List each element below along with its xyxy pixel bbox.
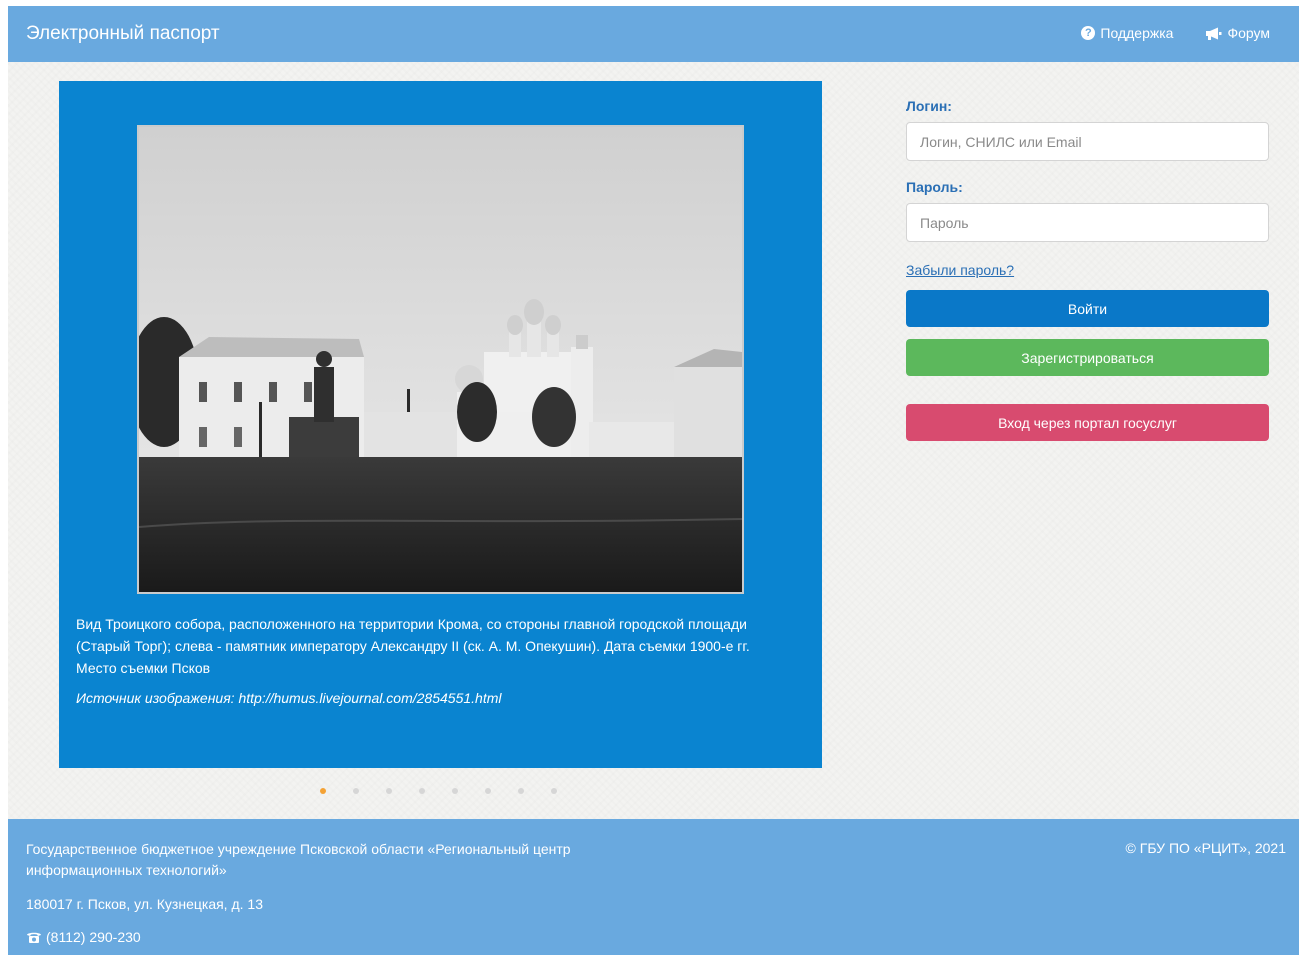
- nav-forum-link[interactable]: Форум: [1205, 25, 1270, 41]
- footer: Государственное бюджетное учреждение Пск…: [8, 819, 1299, 955]
- login-form: Логин: Пароль: Забыли пароль? Войти Заре…: [906, 98, 1271, 441]
- login-input[interactable]: [906, 122, 1269, 161]
- footer-organization: Государственное бюджетное учреждение Пск…: [26, 841, 571, 878]
- forgot-password-link[interactable]: Забыли пароль?: [906, 262, 1271, 278]
- question-circle-icon: ?: [1081, 26, 1096, 40]
- carousel-dot[interactable]: [452, 788, 458, 794]
- login-button[interactable]: Войти: [906, 290, 1269, 327]
- carousel-photo: [137, 125, 744, 594]
- carousel-dot[interactable]: [353, 788, 359, 794]
- password-input[interactable]: [906, 203, 1269, 242]
- page: Электронный паспорт ? Поддержка Форум Ви…: [8, 6, 1299, 955]
- carousel-dot[interactable]: [518, 788, 524, 794]
- nav-forum-label: Форум: [1227, 25, 1270, 41]
- brand-title[interactable]: Электронный паспорт: [26, 23, 220, 45]
- carousel-dot[interactable]: [419, 788, 425, 794]
- phone-icon: [27, 932, 41, 943]
- bullhorn-icon: [1206, 27, 1222, 40]
- carousel-caption: Вид Троицкого собора, расположенного на …: [76, 616, 750, 676]
- carousel-source: Источник изображения: http://humus.livej…: [76, 690, 502, 706]
- footer-address: 180017 г. Псков, ул. Кузнецкая, д. 13: [26, 896, 263, 912]
- carousel-indicators: [320, 788, 557, 794]
- footer-phone-number: (8112) 290-230: [46, 929, 141, 945]
- carousel-dot[interactable]: [386, 788, 392, 794]
- footer-phone: (8112) 290-230: [26, 929, 141, 945]
- register-button[interactable]: Зарегистрироваться: [906, 339, 1269, 376]
- carousel-dot[interactable]: [320, 788, 326, 794]
- login-label: Логин:: [906, 98, 952, 114]
- carousel-dot[interactable]: [551, 788, 557, 794]
- nav-links: ? Поддержка Форум: [1081, 25, 1270, 41]
- historic-photo-illustration: [139, 127, 742, 592]
- password-label: Пароль:: [906, 179, 963, 195]
- nav-support-link[interactable]: ? Поддержка: [1081, 25, 1173, 41]
- image-carousel[interactable]: Вид Троицкого собора, расположенного на …: [59, 81, 822, 768]
- nav-support-label: Поддержка: [1100, 25, 1174, 41]
- top-navbar: Электронный паспорт ? Поддержка Форум: [8, 6, 1299, 62]
- carousel-dot[interactable]: [485, 788, 491, 794]
- gosuslugi-login-button[interactable]: Вход через портал госуслуг: [906, 404, 1269, 441]
- footer-copyright: © ГБУ ПО «РЦИТ», 2021: [1125, 840, 1286, 856]
